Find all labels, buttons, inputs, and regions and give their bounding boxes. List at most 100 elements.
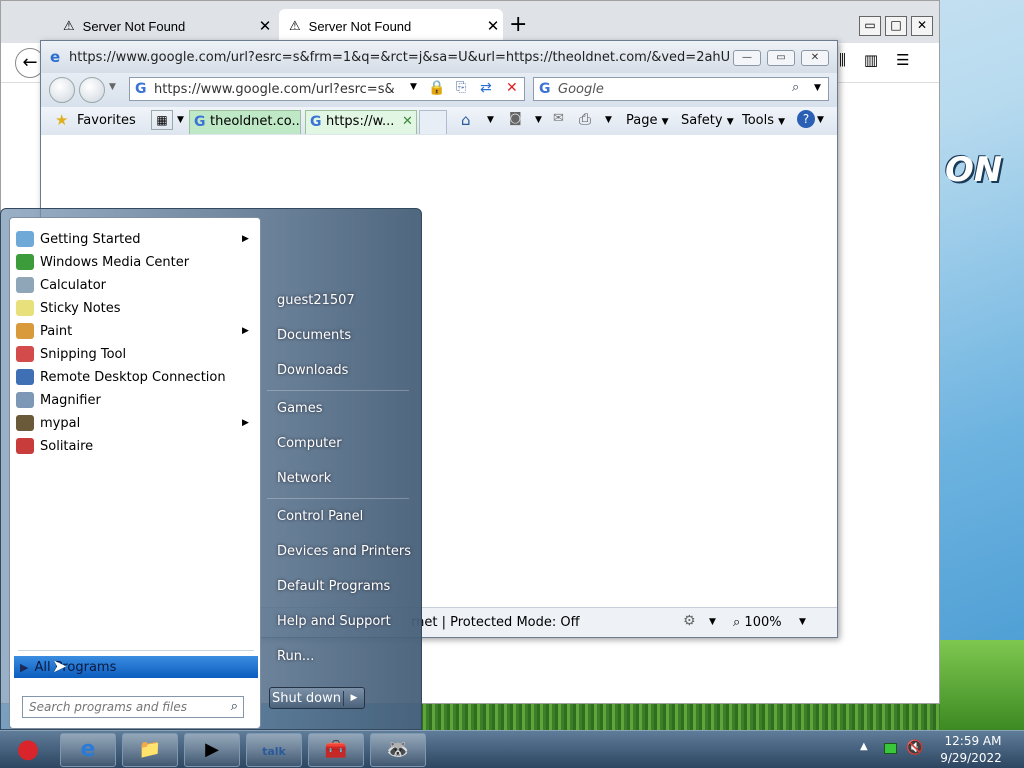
taskbar-toolbox-button[interactable]: 🧰 [308,733,364,767]
program-item[interactable]: Getting Started ▶ [12,228,258,250]
start-help-support[interactable]: Help and Support [277,614,391,629]
start-control-panel[interactable]: Control Panel [277,509,363,524]
outer-tab-1[interactable]: ⚠ Server Not Found ✕ [53,9,275,43]
ie-close-button[interactable]: ✕ [801,50,829,66]
clock-time[interactable]: 12:59 AM [942,734,1004,748]
print-icon[interactable]: ⎙ [579,110,591,128]
media-player-icon: ▶ [205,739,219,760]
safety-menu[interactable]: Safety ▼ [681,113,734,128]
security-zone-icon[interactable]: ⚙ [683,613,696,629]
start-downloads[interactable]: Downloads [277,363,348,378]
outer-tab-2[interactable]: ⚠ Server Not Found ✕ [279,9,503,43]
close-tab-icon[interactable]: ✕ [255,17,275,35]
all-programs-arrow-icon: ▶ [20,660,29,674]
shutdown-button[interactable]: Shut down ▶ [269,687,365,709]
start-button-icon[interactable]: ● [4,732,52,768]
home-dropdown-icon[interactable]: ▼ [487,115,494,125]
program-label: mypal [40,415,81,431]
program-item[interactable]: Windows Media Center [12,251,258,273]
shutdown-options-icon[interactable]: ▶ [344,693,364,703]
start-user-folder[interactable]: guest21507 [277,293,355,308]
feeds-dropdown-icon[interactable]: ▼ [535,115,542,125]
start-default-programs[interactable]: Default Programs [277,579,390,594]
start-run[interactable]: Run... [277,649,314,664]
quick-tabs-icon[interactable]: ▦ [151,110,173,130]
zoom-dropdown-icon[interactable]: ▼ [799,617,806,627]
internet-explorer-icon: e [80,737,96,762]
ie-back-button[interactable] [49,77,75,103]
network-icon[interactable] [884,743,897,754]
program-item[interactable]: Calculator [12,274,258,296]
close-tab-icon[interactable]: ✕ [402,114,413,129]
ie-search-box[interactable]: G Google ⌕ ▼ [533,77,829,101]
start-search-box[interactable]: ⌕ [22,696,244,718]
taskbar-talk-button[interactable]: talk [246,733,302,767]
close-tab-icon[interactable]: ✕ [483,17,503,35]
page-menu-label: Page [626,113,658,128]
stop-icon[interactable]: ✕ [506,80,518,96]
refresh-icon[interactable]: ⇄ [480,80,492,96]
taskbar-internet-explorer-button[interactable]: e [60,733,116,767]
search-icon[interactable]: ⌕ [231,699,238,714]
zone-dropdown-icon[interactable]: ▼ [709,617,716,627]
start-network[interactable]: Network [277,471,331,486]
tools-menu[interactable]: Tools ▼ [742,113,785,128]
search-dropdown-icon[interactable]: ▼ [814,83,821,93]
outer-tab-strip: ⚠ Server Not Found ✕ ⚠ Server Not Found … [1,1,939,43]
start-computer[interactable]: Computer [277,436,342,451]
magnifier-icon [16,392,34,408]
start-devices-printers[interactable]: Devices and Printers [277,544,411,559]
program-item[interactable]: Remote Desktop Connection [12,366,258,388]
taskbar-mypal-button[interactable]: 🦝 [370,733,426,767]
sidebar-icon[interactable]: ▥ [864,51,896,69]
mail-icon[interactable]: ✉ [553,111,564,126]
taskbar-media-player-button[interactable]: ▶ [184,733,240,767]
home-icon[interactable]: ⌂ [461,111,471,129]
tab-list-icon[interactable]: ▼ [177,115,184,125]
ie-minimize-button[interactable]: — [733,50,761,66]
program-item[interactable]: Sticky Notes [12,297,258,319]
favorites-star-icon: ★ [55,111,69,129]
program-item[interactable]: Solitaire [12,435,258,457]
print-dropdown-icon[interactable]: ▼ [605,115,612,125]
ie-address-bar[interactable]: G https://www.google.com/url?esrc=s&frm=… [129,77,525,101]
start-games[interactable]: Games [277,401,322,416]
ie-forward-button[interactable] [79,77,105,103]
library-icon[interactable]: ⫼ [839,51,864,69]
page-menu[interactable]: Page ▼ [626,113,669,128]
minimize-button[interactable]: ▭ [859,16,881,36]
ie-tab-2[interactable]: G https://w... ✕ [305,110,417,134]
show-hidden-icons[interactable]: ▲ [860,741,868,752]
help-dropdown-icon[interactable]: ▼ [817,115,824,125]
lock-icon[interactable]: 🔒 [428,80,445,96]
outer-tab-1-title: Server Not Found [82,18,186,34]
menu-icon[interactable]: ☰ [896,51,927,69]
program-item[interactable]: mypal ▶ [12,412,258,434]
taskbar-folder-button[interactable]: 📁 [122,733,178,767]
start-documents[interactable]: Documents [277,328,351,343]
clock-date[interactable]: 9/29/2022 [938,751,1004,765]
folder-icon: 📁 [138,739,162,760]
program-item[interactable]: Snipping Tool [12,343,258,365]
close-window-button[interactable]: ✕ [911,16,933,36]
address-dropdown-icon[interactable]: ▼ [410,82,417,92]
volume-muted-icon[interactable]: 🔇 [906,740,923,756]
zoom-level[interactable]: ⌕ 100% [733,615,782,630]
program-item[interactable]: Magnifier [12,389,258,411]
program-item[interactable]: Paint ▶ [12,320,258,342]
all-programs-label: All Programs [34,659,117,675]
start-search-input[interactable] [23,697,217,717]
all-programs-button[interactable]: ▶ All Programs [14,656,258,678]
ie-tab-1[interactable]: G theoldnet.co... [189,110,301,134]
favorites-button[interactable]: Favorites [77,113,136,128]
compatibility-icon[interactable]: ⎘ [456,80,466,95]
help-icon[interactable]: ? [797,110,815,128]
recent-pages-icon[interactable]: ▼ [109,82,116,92]
feeds-icon[interactable]: ◙ [509,111,522,126]
ie-new-tab-button[interactable] [419,110,447,134]
program-label: Magnifier [40,392,101,408]
ie-restore-button[interactable]: ▭ [767,50,795,66]
search-icon[interactable]: ⌕ [792,80,799,95]
maximize-button[interactable]: □ [885,16,907,36]
new-tab-button[interactable]: + [509,13,527,37]
